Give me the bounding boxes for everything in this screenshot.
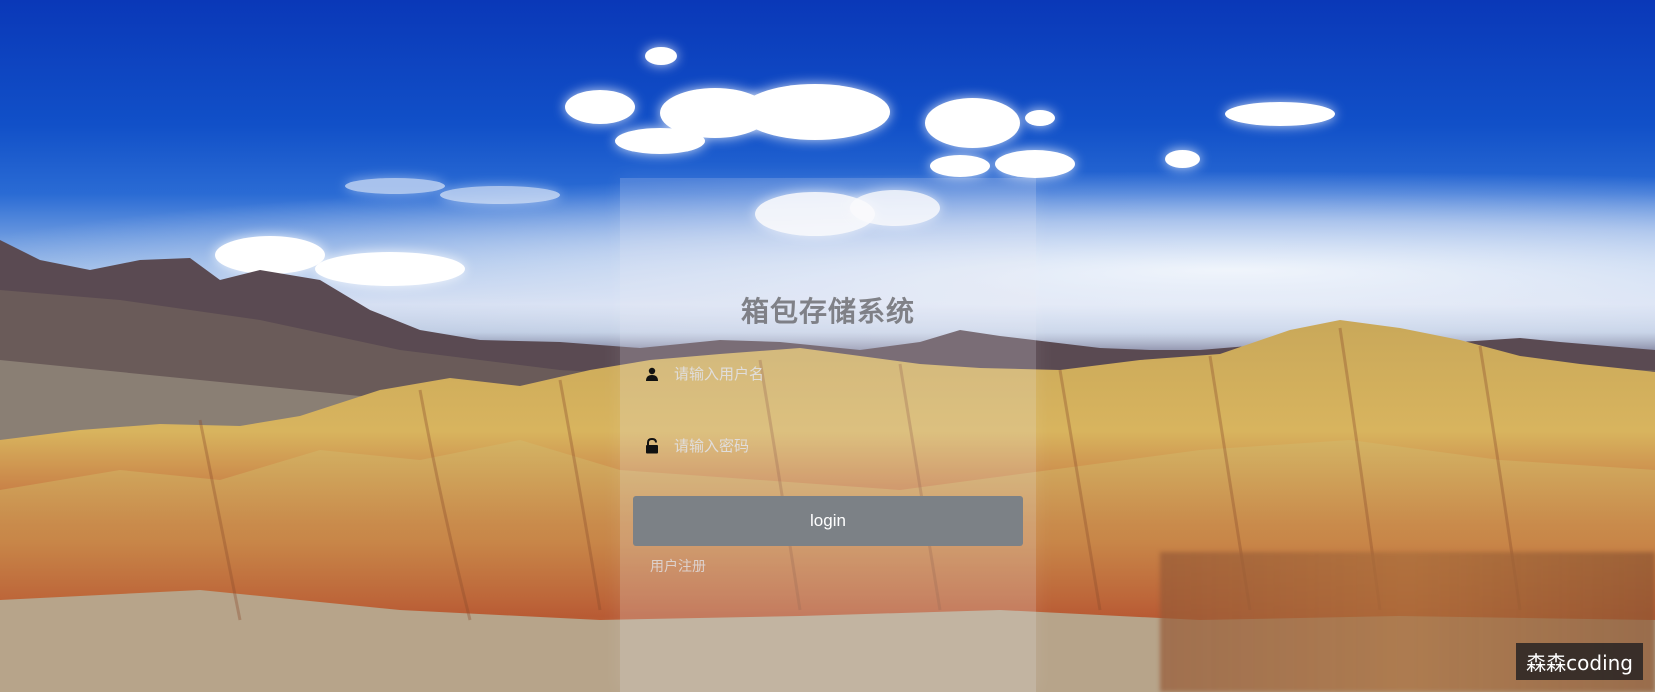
page-title: 箱包存储系统: [740, 295, 915, 328]
cloud: [925, 98, 1020, 148]
register-link[interactable]: 用户注册: [650, 556, 706, 576]
cloud: [930, 155, 990, 177]
cloud: [1025, 110, 1055, 126]
username-input[interactable]: [674, 360, 1024, 388]
password-input[interactable]: [674, 432, 1024, 460]
password-field: [634, 426, 1024, 466]
watermark: 森森coding: [1516, 643, 1643, 680]
login-button[interactable]: login: [633, 496, 1023, 546]
cloud: [440, 186, 560, 204]
lock-icon: [642, 436, 662, 456]
login-panel: 箱包存储系统 login 用户注册: [620, 178, 1036, 692]
cloud: [565, 90, 635, 124]
cloud: [345, 178, 445, 194]
cloud: [615, 128, 705, 154]
cloud: [995, 150, 1075, 178]
cloud: [740, 84, 890, 140]
user-icon: [642, 364, 662, 384]
cloud: [1225, 102, 1335, 126]
cloud: [645, 47, 677, 65]
username-field: [634, 354, 1024, 394]
cloud: [1165, 150, 1200, 168]
